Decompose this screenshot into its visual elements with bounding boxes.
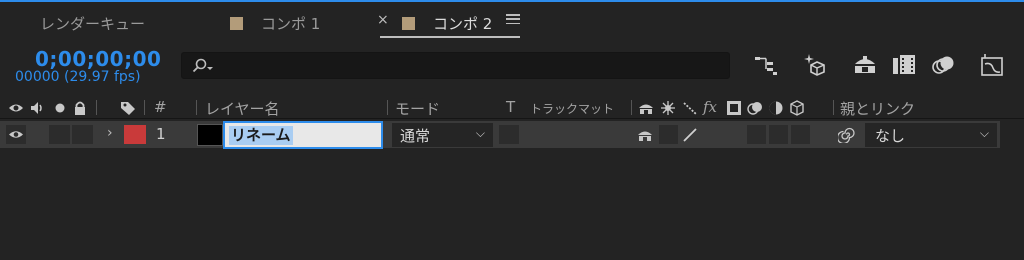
frame-count-display: 00000 (29.97 fps) (15, 69, 141, 85)
tab-render-queue[interactable]: レンダーキュー (40, 10, 145, 36)
layer-row[interactable]: › 1 リネーム 通常 ⌵ なし ⌵ (0, 121, 1000, 149)
layer-quality-icon[interactable] (682, 127, 698, 143)
layer-video-toggle[interactable] (6, 125, 26, 144)
tab-label: コンポ 2 (433, 14, 493, 33)
lock-icon[interactable] (72, 100, 88, 116)
preserve-transparency-toggle[interactable] (499, 125, 519, 144)
tab-comp-1[interactable]: コンポ 1 (230, 10, 320, 36)
layer-lock-toggle[interactable] (72, 125, 93, 144)
motion-blur-icon[interactable] (930, 52, 956, 78)
column-mode[interactable]: モード (395, 98, 440, 119)
collapse-transform-toggle[interactable] (659, 125, 678, 144)
tab-label: コンポ 1 (261, 14, 321, 33)
quality-icon[interactable] (682, 100, 698, 116)
shy-switch-icon[interactable] (638, 100, 654, 116)
tab-comp-2[interactable]: コンポ 2 (402, 10, 492, 36)
panel-menu-icon[interactable] (506, 12, 520, 26)
current-time-display[interactable]: 0;00;00;00 (35, 47, 161, 71)
graph-editor-icon[interactable] (979, 52, 1005, 78)
frame-blending-icon[interactable] (891, 52, 917, 78)
motion-blur-switch-icon[interactable] (747, 100, 763, 116)
expand-chevron-icon[interactable]: › (107, 125, 113, 141)
video-toggle-icon[interactable] (8, 100, 24, 116)
column-number[interactable]: # (154, 98, 167, 116)
parent-value: なし (875, 127, 906, 145)
layer-adjustment-toggle[interactable] (769, 125, 788, 144)
search-input[interactable] (222, 56, 722, 76)
blend-mode-select[interactable]: 通常 ⌵ (392, 123, 493, 147)
layer-source-thumbnail (197, 124, 223, 146)
layer-label-color[interactable] (124, 125, 146, 144)
panel-tab-bar: レンダーキュー コンポ 1 × コンポ 2 (0, 2, 1024, 40)
layer-motion-blur-toggle[interactable] (747, 125, 766, 144)
parent-pick-whip-icon[interactable] (838, 126, 855, 143)
column-layer-name[interactable]: レイヤー名 (205, 98, 280, 119)
column-parent-link[interactable]: 親とリンク (840, 98, 915, 119)
parent-select[interactable]: なし ⌵ (865, 123, 997, 147)
chevron-down-icon: ⌵ (475, 126, 485, 140)
frame-blend-switch-icon[interactable] (726, 100, 742, 116)
tab-label: レンダーキュー (40, 14, 146, 33)
composition-swatch-icon (402, 16, 415, 30)
collapse-transform-icon[interactable] (660, 100, 676, 116)
chevron-down-icon: ⌵ (979, 126, 989, 140)
shy-layers-icon[interactable] (852, 52, 878, 78)
solo-icon[interactable] (52, 100, 68, 116)
adjustment-layer-icon[interactable] (768, 100, 784, 116)
layer-name-text[interactable]: リネーム (229, 126, 293, 145)
close-tab-icon[interactable]: × (377, 12, 389, 28)
composition-mini-flowchart-icon[interactable] (753, 52, 779, 78)
layer-3d-toggle[interactable] (791, 125, 810, 144)
layer-name-edit-field[interactable]: リネーム (223, 121, 383, 149)
composition-swatch-icon (230, 16, 243, 30)
active-tab-underline (380, 36, 520, 38)
draft-3d-icon[interactable] (803, 52, 829, 78)
eye-icon (9, 131, 23, 138)
column-preserve-transparency[interactable]: T (506, 98, 515, 116)
layer-shy-switch-icon[interactable] (637, 127, 653, 143)
search-icon[interactable] (192, 58, 220, 74)
layer-search-box[interactable] (181, 52, 730, 79)
3d-layer-icon[interactable] (789, 100, 805, 116)
column-track-matte[interactable]: トラックマット (530, 100, 614, 117)
layer-column-header: # レイヤー名 モード T トラックマット fx 親とリンク (0, 95, 1024, 119)
layer-number: 1 (156, 125, 166, 143)
blend-mode-value: 通常 (400, 127, 431, 145)
column-effects[interactable]: fx (703, 98, 717, 116)
layer-solo-toggle[interactable] (49, 125, 70, 144)
audio-toggle-icon[interactable] (29, 100, 45, 116)
label-tag-icon[interactable] (120, 100, 136, 116)
